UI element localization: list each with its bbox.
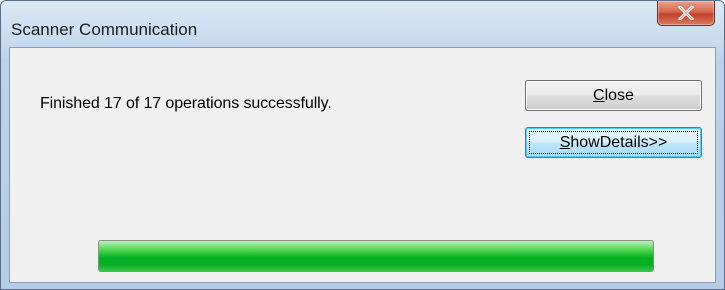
close-button-accelerator: C [593, 87, 605, 104]
title-bar[interactable]: Scanner Communication [1, 1, 724, 43]
dialog-window: Scanner Communication Finished 17 of 17 … [0, 0, 725, 290]
close-icon [678, 6, 694, 20]
dialog-client-area: Finished 17 of 17 operations successfull… [9, 47, 716, 283]
progress-bar [98, 240, 654, 272]
progress-bar-fill [99, 241, 653, 271]
close-button[interactable]: Close [525, 80, 702, 111]
status-message: Finished 17 of 17 operations successfull… [40, 95, 332, 112]
window-title: Scanner Communication [11, 20, 198, 39]
window-close-button[interactable] [657, 1, 715, 26]
show-details-button[interactable]: ShowDetails>> [525, 127, 702, 158]
show-details-accelerator: S [559, 134, 571, 151]
show-details-label: howDetails>> [570, 134, 668, 151]
close-button-label: lose [604, 87, 634, 104]
